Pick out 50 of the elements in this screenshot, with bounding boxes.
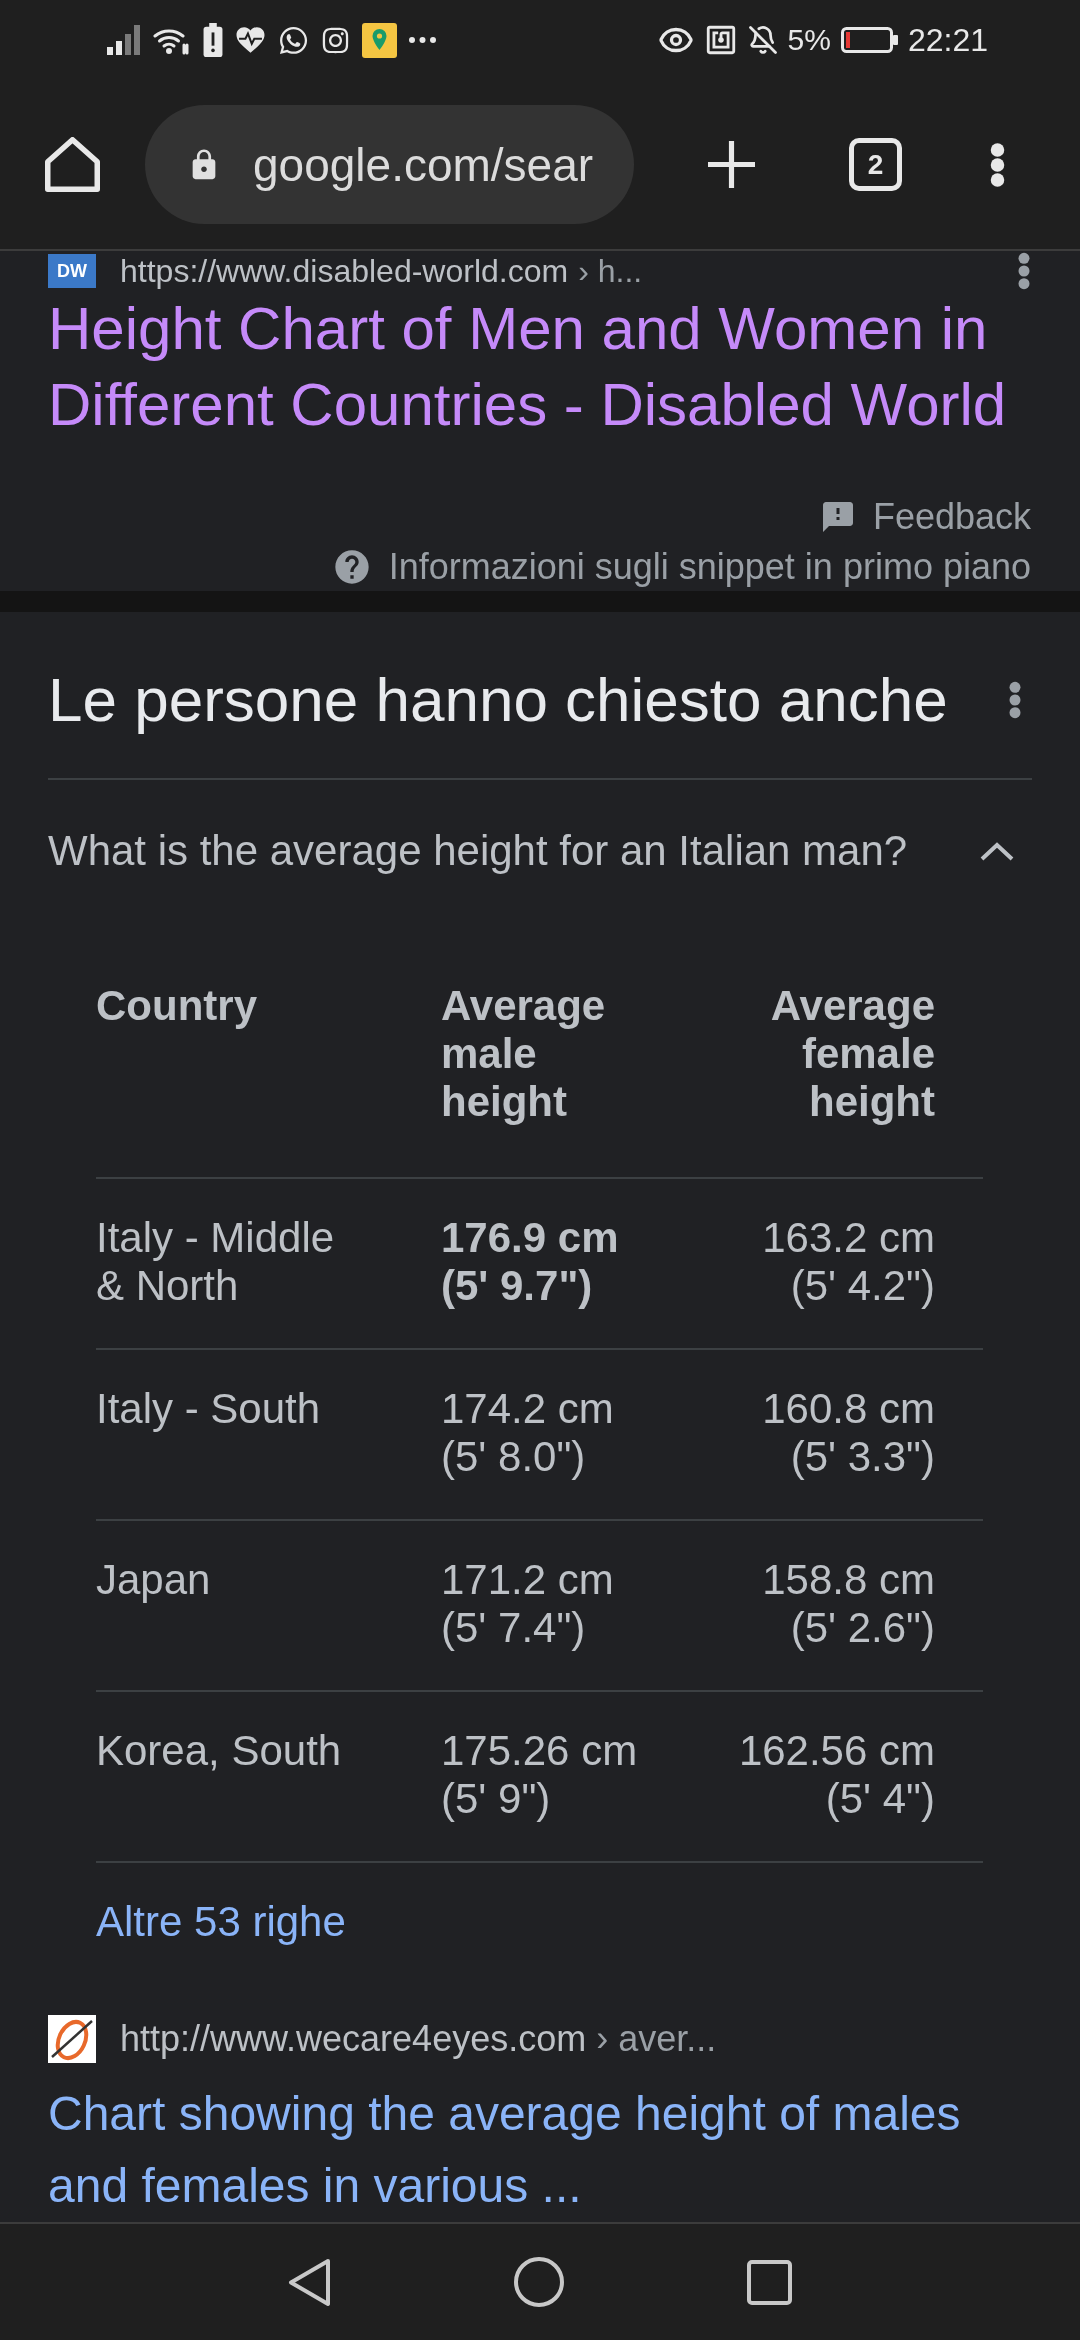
column-header: Average female height bbox=[769, 982, 935, 1126]
site-favicon: DW bbox=[48, 254, 96, 288]
plus-icon[interactable] bbox=[708, 141, 755, 188]
bell-off-icon bbox=[747, 25, 778, 55]
signal-icon bbox=[107, 25, 141, 55]
column-header: Country bbox=[96, 982, 257, 1030]
instagram-icon bbox=[321, 25, 350, 55]
height-value: 176.9 cm (5' 9.7") bbox=[441, 1214, 620, 1310]
height-value: 171.2 cm (5' 7.4") bbox=[441, 1556, 615, 1652]
height-value: 158.8 cm (5' 2.6") bbox=[761, 1556, 935, 1652]
country-name: Japan bbox=[96, 1556, 211, 1604]
site-url: http://www.wecare4eyes.com bbox=[120, 2017, 587, 2061]
whatsapp-icon bbox=[278, 24, 309, 56]
url-breadcrumb: › aver... bbox=[596, 2017, 717, 2061]
more-rows-link[interactable]: Altre 53 righe bbox=[96, 1897, 346, 1947]
battery-alert-icon bbox=[203, 23, 223, 57]
map-pin-icon bbox=[362, 22, 397, 58]
more-icon[interactable] bbox=[1008, 681, 1022, 719]
country-name: Italy - Middle & North bbox=[96, 1214, 336, 1310]
feedback-button[interactable]: Feedback bbox=[819, 495, 1031, 539]
country-name: Korea, South bbox=[96, 1727, 342, 1775]
column-header: Average male height bbox=[441, 982, 607, 1126]
url-breadcrumb: › h... bbox=[578, 252, 643, 290]
heart-pulse-icon bbox=[235, 26, 266, 54]
height-value: 174.2 cm (5' 8.0") bbox=[441, 1385, 615, 1481]
height-value: 175.26 cm (5' 9") bbox=[441, 1727, 639, 1823]
more-notifications-icon bbox=[409, 37, 436, 43]
nav-home-icon[interactable] bbox=[514, 2257, 564, 2307]
site-url: https://www.disabled-world.com bbox=[120, 252, 569, 290]
section-heading: Le persone hanno chiesto anche bbox=[48, 664, 948, 736]
clock-time: 22:21 bbox=[907, 22, 988, 58]
menu-icon[interactable] bbox=[990, 141, 1005, 188]
height-value: 160.8 cm (5' 3.3") bbox=[761, 1385, 935, 1481]
country-name: Italy - South bbox=[96, 1385, 321, 1433]
question-toggle[interactable]: What is the average height for an Italian man? bbox=[48, 826, 1032, 876]
site-favicon bbox=[48, 2015, 96, 2063]
height-value: 163.2 cm (5' 4.2") bbox=[761, 1214, 935, 1310]
battery-icon bbox=[840, 27, 898, 53]
battery-percent: 5% bbox=[787, 22, 831, 58]
address-bar[interactable]: google.com/sear bbox=[145, 105, 634, 224]
address-text: google.com/sear bbox=[253, 137, 594, 192]
tab-switcher-button[interactable]: 2 bbox=[849, 138, 902, 191]
height-value: 162.56 cm (5' 4") bbox=[737, 1727, 935, 1823]
snippet-info-link[interactable]: Informazioni sugli snippet in primo piano bbox=[331, 545, 1031, 589]
more-icon[interactable] bbox=[1017, 252, 1031, 290]
nav-back-icon[interactable] bbox=[288, 2257, 331, 2307]
recent-apps-icon[interactable] bbox=[747, 2259, 792, 2305]
home-icon[interactable] bbox=[45, 137, 100, 192]
result-title[interactable]: Height Chart of Men and Women in Different Countries - Disabled World bbox=[48, 291, 1031, 443]
result-title[interactable]: Chart showing the average height of males and females in various ... bbox=[48, 2078, 1032, 2222]
